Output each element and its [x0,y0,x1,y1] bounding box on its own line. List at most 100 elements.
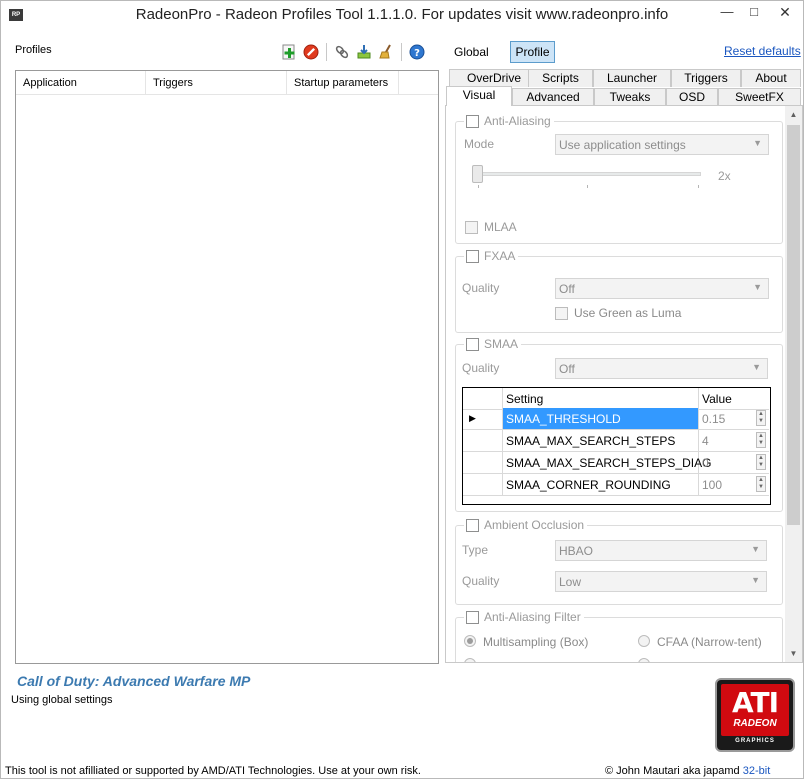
setting-value-stepper[interactable]: 4 ▲ ▼ [699,430,769,452]
current-row-icon: ▶ [469,413,476,423]
fxaa-checkbox[interactable] [466,249,479,263]
import-profile-button[interactable] [354,42,374,62]
tab-osd[interactable]: OSD [666,88,718,106]
ambient-occlusion-checkbox[interactable] [466,518,479,532]
table-row[interactable]: SMAA_MAX_SEARCH_STEPS 4 ▲ ▼ [463,430,770,452]
aa-samples-slider-track[interactable] [475,172,701,176]
delete-profile-button[interactable] [301,42,321,62]
ati-logo-badge: ATI RADEON [721,684,789,736]
setting-value: 4 [702,434,709,448]
profile-button[interactable]: Profile [510,41,555,63]
ati-radeon-logo: ATI RADEON GRAPHICS [715,678,795,752]
status-text: Using global settings [11,694,113,706]
ao-type-select[interactable]: HBAO ▼ [555,540,767,561]
table-row[interactable]: ▶ SMAA_THRESHOLD 0.15 ▲ ▼ [463,408,770,430]
tab-launcher[interactable]: Launcher [593,69,671,87]
chain-link-icon [335,45,349,59]
current-game-title: Call of Duty: Advanced Warfare MP [17,673,251,689]
stepper-arrows-icon[interactable]: ▲ ▼ [756,432,766,448]
fxaa-group: FXAA Quality Off ▼ Use Green as Luma [455,249,783,333]
green-luma-checkbox[interactable] [555,306,568,320]
table-row[interactable]: SMAA_CORNER_ROUNDING 100 ▲ ▼ [463,474,770,496]
ao-quality-select[interactable]: Low ▼ [555,571,767,592]
row-selector[interactable] [463,452,503,474]
reset-defaults-link[interactable]: Reset defaults [724,44,801,58]
close-button[interactable]: ✕ [767,1,803,25]
tab-about[interactable]: About [741,69,801,87]
maximize-button[interactable]: □ [741,1,767,25]
tab-overdrive[interactable]: OverDrive [449,69,539,87]
help-button[interactable]: ? [407,42,427,62]
smaa-checkbox[interactable] [466,337,479,351]
column-application[interactable]: Application [16,71,146,94]
tab-scripts[interactable]: Scripts [528,69,593,87]
radeon-logo-text: RADEON [733,718,777,729]
tab-sweetfx[interactable]: SweetFX [718,88,801,106]
setting-value: 0.15 [702,412,726,426]
tab-advanced[interactable]: Advanced [512,88,594,106]
stepper-arrows-icon[interactable]: ▲ ▼ [756,410,766,426]
smaa-settings-grid[interactable]: Setting Value ▶ SMAA_THRESHOLD 0.15 ▲ ▼ S… [462,387,771,505]
main-window: RP RadeonPro - Radeon Profiles Tool 1.1.… [0,0,804,779]
grid-header-row: Setting Value [463,388,770,410]
row-selector[interactable] [463,474,503,496]
fxaa-quality-select[interactable]: Off ▼ [555,278,769,299]
link-profile-button[interactable] [332,42,352,62]
setting-name-cell[interactable]: SMAA_THRESHOLD [503,408,699,430]
title-bar[interactable]: RP RadeonPro - Radeon Profiles Tool 1.1.… [1,1,803,31]
fxaa-quality-label: Quality [462,281,500,295]
mlaa-option[interactable]: MLAA [465,220,517,234]
clean-profiles-button[interactable] [376,42,396,62]
help-icon: ? [409,44,425,60]
green-luma-option[interactable]: Use Green as Luma [555,306,681,320]
filter-option-radio[interactable] [464,658,476,662]
column-setting[interactable]: Setting [503,388,699,410]
aa-samples-value: 2x [718,169,731,183]
chevron-down-icon: ▼ [751,575,760,585]
aa-filter-group: Anti-Aliasing Filter Multisampling (Box)… [455,610,783,662]
setting-value-stepper[interactable]: 0 ▲ ▼ [699,452,769,474]
smaa-quality-select[interactable]: Off ▼ [555,358,768,379]
scroll-up-icon[interactable]: ▲ [785,106,802,123]
setting-name-cell[interactable]: SMAA_MAX_SEARCH_STEPS_DIAG [503,452,711,474]
column-value[interactable]: Value [699,388,769,410]
aa-mode-select[interactable]: Use application settings ▼ [555,134,769,155]
row-selector[interactable]: ▶ [463,408,503,430]
profiles-list[interactable]: Application Triggers Startup parameters [15,70,439,664]
column-triggers[interactable]: Triggers [146,71,287,94]
stepper-arrows-icon[interactable]: ▲ ▼ [756,476,766,492]
anti-aliasing-title: Anti-Aliasing [484,114,551,128]
setting-name-cell[interactable]: SMAA_CORNER_ROUNDING [503,474,699,496]
tab-triggers[interactable]: Triggers [671,69,741,87]
row-selector[interactable] [463,430,503,452]
anti-aliasing-group: Anti-Aliasing Mode Use application setti… [455,114,783,244]
panel-scrollbar[interactable]: ▲ ▼ [785,106,802,662]
mlaa-checkbox[interactable] [465,220,478,234]
aa-filter-checkbox[interactable] [466,610,479,624]
scrollbar-thumb[interactable] [787,125,800,525]
minimize-button[interactable]: — [713,1,741,25]
global-button[interactable]: Global [450,43,493,61]
stepper-arrows-icon[interactable]: ▲ ▼ [756,454,766,470]
aa-samples-slider-thumb[interactable] [472,165,483,183]
setting-value-stepper[interactable]: 100 ▲ ▼ [699,474,769,496]
tab-visual[interactable]: Visual [446,86,512,106]
filter-box-radio[interactable] [464,635,476,647]
anti-aliasing-checkbox[interactable] [466,114,479,128]
filter-option-radio[interactable] [638,658,650,662]
column-startup-parameters[interactable]: Startup parameters [287,71,399,94]
setting-value: 0 [702,456,709,470]
add-profile-button[interactable] [279,42,299,62]
svg-text:?: ? [414,48,420,59]
grid-corner [463,388,503,410]
broom-icon [379,44,391,59]
scroll-down-icon[interactable]: ▼ [785,645,802,662]
setting-value-stepper[interactable]: 0.15 ▲ ▼ [699,408,769,430]
table-row[interactable]: SMAA_MAX_SEARCH_STEPS_DIAG 0 ▲ ▼ [463,452,770,474]
setting-name-cell[interactable]: SMAA_MAX_SEARCH_STEPS [503,430,699,452]
filter-narrow-tent-radio[interactable] [638,635,650,647]
fxaa-header: FXAA [464,249,519,263]
toolbar-separator [326,43,327,61]
author-credit: © John Mautari aka japamd 32-bit [605,765,770,777]
tab-tweaks[interactable]: Tweaks [594,88,666,106]
